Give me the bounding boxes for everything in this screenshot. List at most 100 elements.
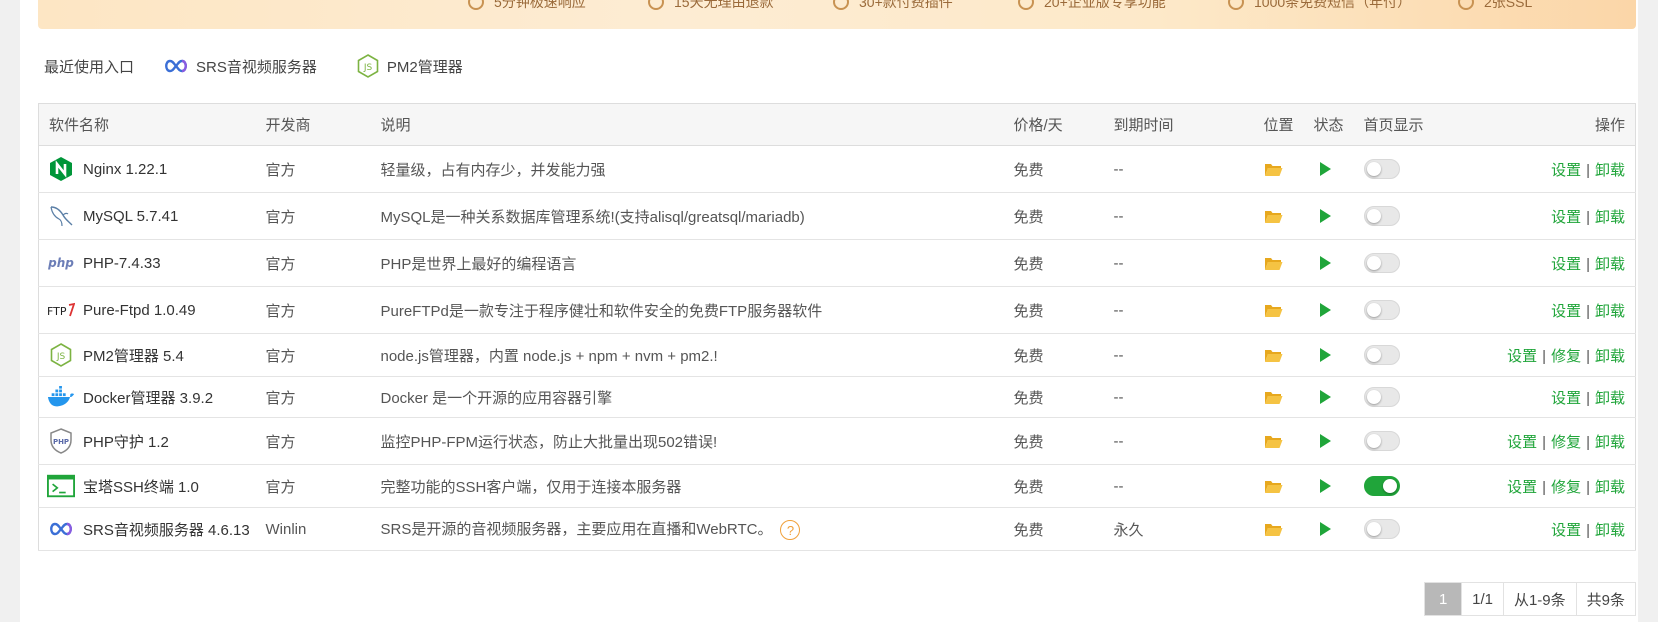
cell-description: Docker 是一个开源的应用容器引擎 (370, 376, 1004, 418)
folder-icon[interactable] (1264, 479, 1283, 494)
software-name[interactable]: 宝塔SSH终端 1.0 (83, 476, 199, 497)
nodejs-icon: JS (357, 54, 379, 78)
software-name[interactable]: Docker管理器 3.9.2 (83, 387, 213, 408)
settings-link[interactable]: 设置 (1551, 256, 1581, 273)
folder-icon[interactable] (1264, 256, 1283, 271)
toggle-knob (1366, 302, 1381, 317)
folder-icon[interactable] (1264, 303, 1283, 318)
software-name[interactable]: PM2管理器 5.4 (83, 345, 184, 366)
action-separator: | (1542, 478, 1547, 496)
play-icon[interactable] (1319, 256, 1331, 270)
cell-name: 宝塔SSH终端 1.0 (38, 464, 256, 508)
homepage-toggle[interactable] (1363, 252, 1400, 273)
cell-expire: 永久 (1103, 507, 1254, 551)
uninstall-link[interactable]: 卸载 (1595, 303, 1625, 320)
col-name-header[interactable]: 软件名称 (38, 103, 256, 146)
homepage-toggle[interactable] (1363, 430, 1400, 451)
software-description: 监控PHP-FPM运行状态，防止大批量出现502错误! (380, 433, 718, 451)
folder-icon[interactable] (1264, 434, 1283, 449)
recent-label: 最近使用入口 (44, 58, 135, 76)
banner-feature-label: 5分钟极速响应 (494, 0, 586, 10)
settings-link[interactable]: 设置 (1507, 479, 1537, 496)
software-name[interactable]: PHP-7.4.33 (83, 255, 161, 272)
recent-entry-srs[interactable]: SRS音视频服务器 (164, 56, 317, 77)
software-name[interactable]: Nginx 1.22.1 (83, 161, 167, 178)
homepage-toggle[interactable] (1363, 158, 1400, 179)
uninstall-link[interactable]: 卸载 (1595, 209, 1625, 226)
folder-icon[interactable] (1264, 209, 1283, 224)
cell-homepage (1353, 507, 1454, 551)
software-name[interactable]: PHP守护 1.2 (83, 431, 169, 452)
repair-link[interactable]: 修复 (1551, 479, 1581, 496)
cell-expire: -- (1103, 239, 1254, 287)
nginx-icon (47, 155, 75, 183)
repair-link[interactable]: 修复 (1551, 434, 1581, 451)
cell-location (1253, 239, 1304, 287)
settings-link[interactable]: 设置 (1507, 434, 1537, 451)
cell-description: PHP是世界上最好的编程语言 (370, 239, 1004, 287)
settings-link[interactable]: 设置 (1507, 348, 1537, 365)
homepage-toggle[interactable] (1363, 475, 1400, 496)
uninstall-link[interactable]: 卸载 (1595, 390, 1625, 407)
software-name[interactable]: MySQL 5.7.41 (83, 208, 178, 225)
recent-entry-pm2[interactable]: JS PM2管理器 (357, 54, 463, 78)
svg-text:PHP: PHP (53, 438, 69, 446)
uninstall-link[interactable]: 卸载 (1595, 479, 1625, 496)
toggle-knob (1366, 389, 1381, 404)
settings-link[interactable]: 设置 (1551, 303, 1581, 320)
folder-icon[interactable] (1264, 348, 1283, 363)
promo-banner[interactable]: 5分钟极速响应 15天无理由退款 30+款付费插件 20+企业版专享功能 1000条免费… (38, 0, 1636, 29)
help-icon[interactable]: ? (780, 520, 801, 541)
uninstall-link[interactable]: 卸载 (1595, 162, 1625, 179)
cell-status (1303, 333, 1354, 377)
settings-link[interactable]: 设置 (1551, 522, 1581, 539)
cell-status (1303, 239, 1354, 287)
homepage-toggle[interactable] (1363, 386, 1400, 407)
table-row: SRS音视频服务器 4.6.13 Winlin SRS是开源的音视频服务器，主要应用… (38, 507, 1636, 551)
settings-link[interactable]: 设置 (1551, 162, 1581, 179)
cell-price: 免费 (1003, 333, 1104, 377)
play-icon[interactable] (1319, 209, 1331, 223)
play-icon[interactable] (1319, 522, 1331, 536)
settings-link[interactable]: 设置 (1551, 390, 1581, 407)
uninstall-link[interactable]: 卸载 (1595, 434, 1625, 451)
table-row: FTP Pure-Ftpd 1.0.49 官方 PureFTPd是一款专注于程序健壮和… (38, 286, 1636, 334)
toggle-knob (1366, 161, 1381, 176)
cell-actions: 设置 | 修复 | 卸载 (1453, 417, 1636, 465)
play-icon[interactable] (1319, 479, 1331, 493)
cell-description: 轻量级，占有内存少，并发能力强 (370, 145, 1004, 193)
cell-status (1303, 507, 1354, 551)
software-name[interactable]: SRS音视频服务器 4.6.13 (83, 519, 250, 540)
play-icon[interactable] (1319, 434, 1331, 448)
folder-icon[interactable] (1264, 522, 1283, 537)
recent-entry-srs-label: SRS音视频服务器 (196, 58, 317, 76)
folder-icon[interactable] (1264, 390, 1283, 405)
cell-location (1253, 376, 1304, 418)
toggle-knob (1366, 433, 1381, 448)
play-icon[interactable] (1319, 162, 1331, 176)
php-icon: php (47, 249, 75, 277)
uninstall-link[interactable]: 卸载 (1595, 348, 1625, 365)
table-row: MySQL 5.7.41 官方 MySQL是一种关系数据库管理系统!(支持alisq… (38, 192, 1636, 240)
uninstall-link[interactable]: 卸载 (1595, 522, 1625, 539)
rocket-icon (468, 0, 484, 10)
homepage-toggle[interactable] (1363, 299, 1400, 320)
uninstall-link[interactable]: 卸载 (1595, 256, 1625, 273)
cell-location (1253, 333, 1304, 377)
homepage-toggle[interactable] (1363, 344, 1400, 365)
settings-link[interactable]: 设置 (1551, 209, 1581, 226)
software-description: PHP是世界上最好的编程语言 (380, 255, 577, 273)
play-icon[interactable] (1319, 303, 1331, 317)
cell-developer: 官方 (255, 376, 371, 418)
play-icon[interactable] (1319, 390, 1331, 404)
folder-icon[interactable] (1264, 162, 1283, 177)
page-current[interactable]: 1 (1425, 583, 1462, 615)
docker-icon (47, 383, 75, 411)
software-name[interactable]: Pure-Ftpd 1.0.49 (83, 302, 196, 319)
play-icon[interactable] (1319, 348, 1331, 362)
homepage-toggle[interactable] (1363, 518, 1400, 539)
banner-feature: 2张SSL (1458, 0, 1532, 12)
repair-link[interactable]: 修复 (1551, 348, 1581, 365)
homepage-toggle[interactable] (1363, 205, 1400, 226)
table-row: PHP PHP守护 1.2 官方 监控PHP-FPM运行状态，防止大批量出现502错误… (38, 417, 1636, 465)
